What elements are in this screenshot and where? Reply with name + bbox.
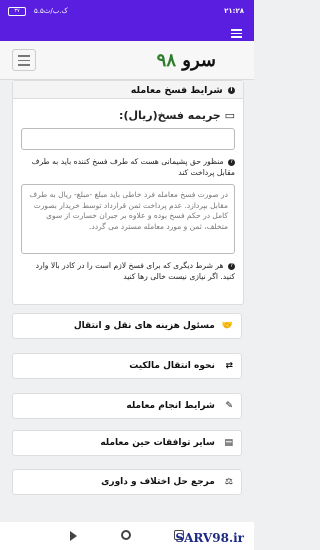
menu-item-label: مسئول هزینه های نقل و انتقال: [73, 321, 215, 331]
brand-number: ۹۸: [156, 50, 176, 71]
brand-logo[interactable]: سرو ۹۸: [157, 50, 216, 71]
menu-item-transaction-terms[interactable]: ✎ شرایط انجام معامله: [12, 393, 242, 419]
penalty-label: ▭ جریمه فسخ(ریال):: [119, 109, 235, 122]
extra-terms-help: ? هر شرط دیگری که برای فسخ لازم است را د…: [35, 261, 235, 281]
navbar-toggle-button[interactable]: [12, 49, 36, 71]
watermark: SARV98.ir: [175, 531, 244, 545]
transfer-icon: ⇄: [225, 361, 233, 371]
menu-icon[interactable]: [231, 27, 242, 40]
money-icon: ▭: [224, 109, 235, 122]
question-icon: ?: [228, 262, 235, 270]
network-speed: ۵.۵ک.ب/ث: [34, 7, 68, 15]
menu-item-ownership-transfer[interactable]: ⇄ نحوه انتقال مالکیت: [12, 353, 242, 379]
app-bar: [0, 23, 254, 41]
clock: ۲۱:۲۸: [224, 7, 244, 15]
question-icon: ?: [228, 158, 235, 166]
battery-icon: ۳۷: [8, 7, 26, 16]
brand-name: سرو: [182, 50, 216, 71]
back-icon[interactable]: [70, 531, 77, 541]
handshake-icon: 🤝: [221, 321, 233, 331]
menu-item-other-agreements[interactable]: ▤ سایر توافقات حین معامله: [12, 430, 242, 456]
edit-icon: ✎: [225, 401, 233, 411]
menu-item-label: سایر توافقات حین معامله: [100, 438, 215, 448]
cancellation-terms-header[interactable]: i شرایط فسخ معامله: [13, 81, 243, 99]
penalty-help: ? منظور حق پشیمانی هست که طرف فسخ کننده …: [31, 157, 235, 177]
status-bar: ۳۷ ۵.۵ک.ب/ث ۲۱:۲۸: [0, 0, 254, 23]
document-icon: ▤: [224, 438, 233, 448]
info-icon: i: [228, 87, 235, 94]
home-icon[interactable]: [121, 530, 131, 540]
site-header: سرو ۹۸: [0, 41, 254, 80]
menu-item-label: نحوه انتقال مالکیت: [129, 361, 215, 371]
scale-icon: ⚖: [224, 477, 233, 487]
extra-terms-textarea[interactable]: در صورت فسخ معامله فرد خاطی باید مبلغ -م…: [21, 184, 235, 254]
menu-item-label: شرایط انجام معامله: [126, 401, 215, 411]
penalty-input[interactable]: [21, 128, 235, 150]
menu-item-transfer-costs[interactable]: 🤝 مسئول هزینه های نقل و انتقال: [12, 313, 242, 339]
cancellation-terms-card: i شرایط فسخ معامله ▭ جریمه فسخ(ریال): ? …: [12, 80, 244, 305]
section-title: شرایط فسخ معامله: [130, 85, 223, 96]
menu-item-arbitration[interactable]: ⚖ مرجع حل اختلاف و داوری: [12, 469, 242, 495]
menu-item-label: مرجع حل اختلاف و داوری: [101, 477, 215, 487]
